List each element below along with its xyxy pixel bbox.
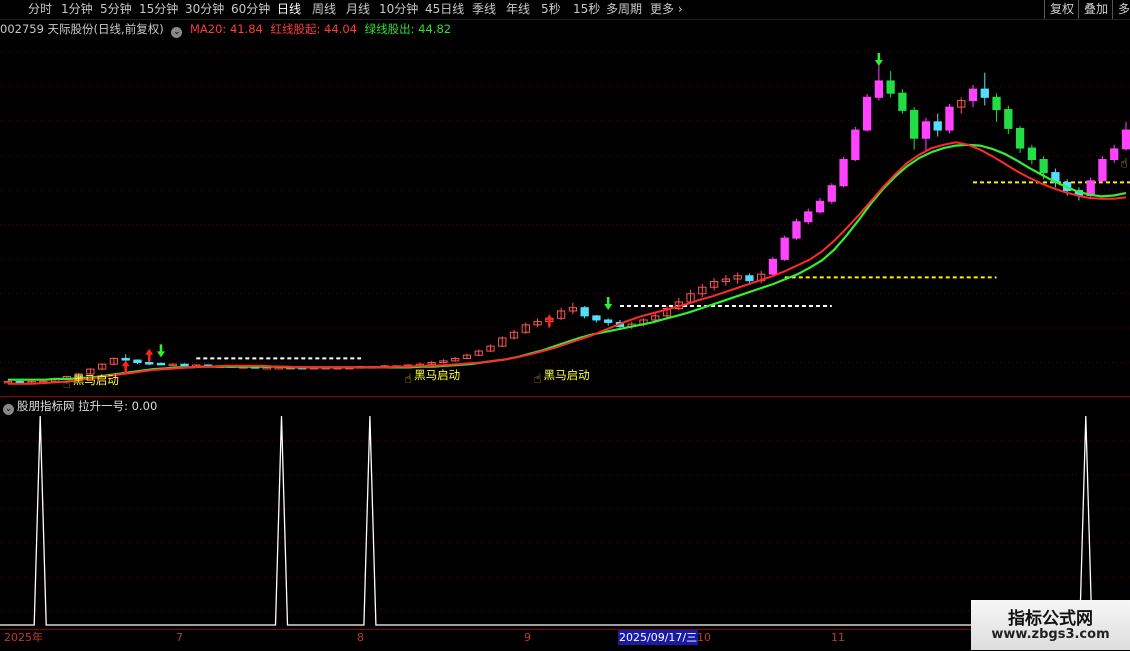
candle-body [145,362,154,365]
period-tab[interactable]: 15秒 [573,1,600,17]
candle-body [815,200,825,213]
ma20-value: MA20: 41.84 [190,22,263,36]
period-tab[interactable]: 周线 [312,1,336,17]
candle-body [121,357,130,361]
period-tab[interactable]: 45日线 [425,1,464,17]
red-line-value: 红线股起: 44.04 [270,22,357,36]
signal-label: 黑马启动 [414,368,460,382]
hand-icon: ☝ [1120,157,1128,172]
candle-body [1110,148,1119,161]
hand-icon: ☝ [534,372,542,387]
signal-label: 黑马启动 [73,373,119,387]
sell-arrow-icon [874,53,883,67]
watermark-title: 指标公式网 [1008,609,1093,629]
time-tick: 10 [697,631,711,644]
candle-body [768,258,778,275]
candle-body [862,96,872,131]
candle-body [804,211,813,223]
stock-title[interactable]: 002759 天际股份(日线,前复权) [0,22,164,36]
signal-label: 黑马启动 [544,368,590,382]
candle-body [792,221,801,239]
period-tab[interactable]: 5分钟 [100,1,132,17]
time-tick: 9 [524,631,531,644]
candle-body [1121,129,1130,150]
candle-body [992,96,1001,111]
period-tab[interactable]: 15分钟 [139,1,178,17]
time-tick: 7 [176,631,183,644]
candle-body [1027,147,1037,161]
info-bar: 002759 天际股份(日线,前复权) ⌄ MA20: 41.84 红线股起: … [0,20,455,38]
candle-body [1015,127,1025,149]
toolbar-button[interactable]: 复权 [1044,0,1079,19]
buy-arrow-icon [545,314,554,328]
more-periods-button[interactable]: 更多 › [650,1,683,17]
candle-body [1004,109,1013,129]
time-tick: 11 [831,631,845,644]
period-tab[interactable]: 年线 [506,1,530,17]
candle-body [945,106,954,131]
indicator-label: 股朋指标网 拉升一号: 0.00 [17,399,158,413]
period-tab[interactable]: 月线 [346,1,370,17]
candle-body [133,359,142,364]
indicator-series [0,415,1130,626]
green-line-value: 绿线股出: 44.82 [364,22,452,36]
period-tab[interactable]: 日线 [277,1,301,17]
kline-chart[interactable]: ☝ 黑马启动 ☝ 黑马启动 ☝ 黑马启动☝ [0,0,1130,650]
period-tab[interactable]: 30分钟 [185,1,224,17]
candle-body [851,129,860,161]
candle-body [780,237,789,260]
toolbar-button[interactable]: 叠加 [1078,0,1113,19]
candle-body [580,307,589,317]
candle-body [886,80,895,94]
period-tab[interactable]: 季线 [472,1,496,17]
candle-body [874,80,884,98]
time-tick: 2025年 [4,631,43,644]
indicator-settings-icon[interactable]: ⌄ [3,404,14,415]
candle-body [921,121,931,139]
time-axis: 2025年 7 8 9 10 11 2025/09/17/三 [0,629,1130,651]
sell-arrow-icon [604,296,613,310]
candle-body [980,88,989,98]
candle-body [933,121,942,131]
candle-body [968,88,978,102]
red-line-series [8,141,1127,385]
pane-separator[interactable] [0,396,1130,397]
buy-arrow-icon [145,348,154,362]
hand-icon: ☝ [404,372,412,387]
period-tab[interactable]: 分时 [28,1,52,17]
candle-body [910,109,919,139]
candle-body [604,319,613,323]
indicator-bar: ⌄ 股朋指标网 拉升一号: 0.00 [0,398,158,415]
candle-body [1098,159,1107,182]
watermark-url: www.zbgs3.com [991,627,1110,642]
candle-body [1039,159,1048,174]
candle-body [592,315,601,321]
cursor-date-label: 2025/09/17/三 [618,630,699,645]
candle-body [839,159,848,187]
sell-arrow-icon [156,344,165,358]
period-tab[interactable]: 10分钟 [379,1,418,17]
toolbar-button[interactable]: 多 [1112,0,1130,19]
hand-icon: ☝ [63,377,71,392]
candle-body [745,275,754,282]
settings-icon[interactable]: ⌄ [171,27,183,38]
candle-body [827,185,836,202]
time-tick: 8 [357,631,364,644]
candle-body [15,380,24,384]
period-tab[interactable]: 5秒 [541,1,561,17]
period-toolbar: 分时 1分钟 5分钟 15分钟 30分钟 60分钟 日线 周线 月线 10分钟 45日线 季线 年线 5秒… [0,0,1130,20]
candle-body [180,363,189,367]
period-tab[interactable]: 多周期 [606,1,642,17]
candle-body [156,362,166,366]
period-tab[interactable]: 60分钟 [231,1,270,17]
period-tab[interactable]: 1分钟 [61,1,93,17]
watermark-logo: 指标公式网 www.zbgs3.com [971,600,1130,650]
candle-body [898,92,907,111]
